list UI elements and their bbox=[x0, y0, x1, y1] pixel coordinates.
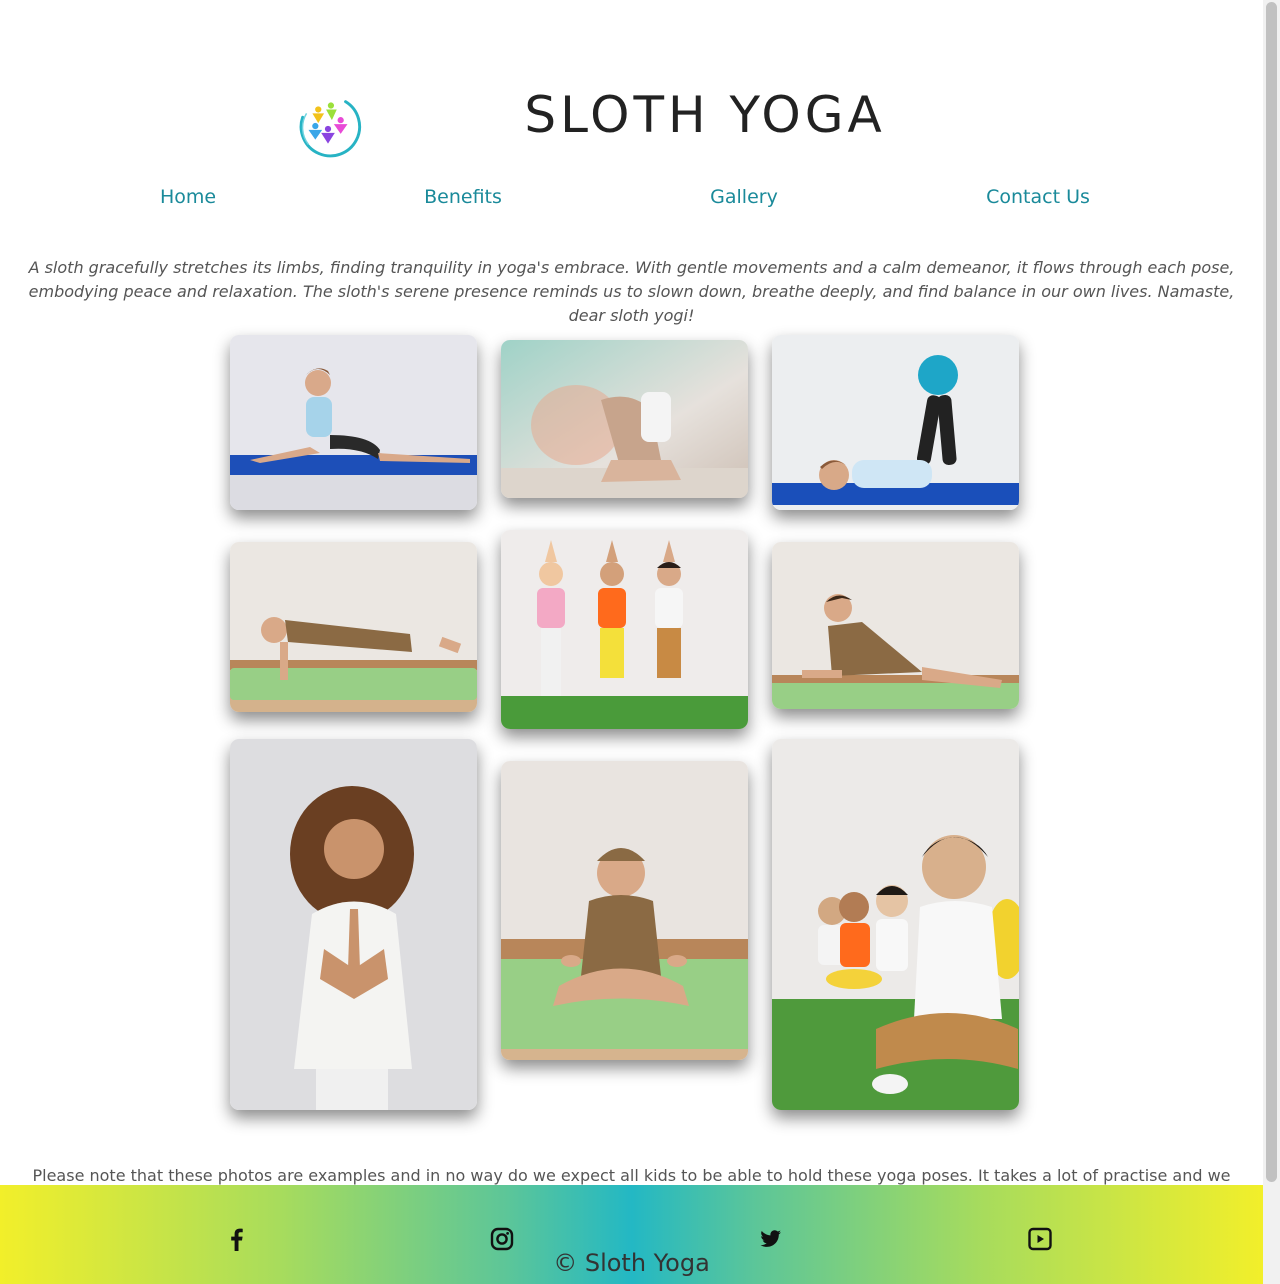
girl-split-pose-photo bbox=[230, 335, 477, 510]
kids-meditating-group-photo bbox=[772, 739, 1019, 1110]
nav-contact-us-link[interactable]: Contact Us bbox=[986, 186, 1090, 208]
copyright-text: © Sloth Yoga bbox=[553, 1249, 710, 1277]
boy-lotus-sitting-photo bbox=[501, 761, 748, 1060]
boy-cobra-pose-photo bbox=[772, 542, 1019, 709]
nav-gallery-link[interactable]: Gallery bbox=[710, 186, 778, 208]
girl-backbend-pose-photo bbox=[501, 340, 748, 498]
girl-prayer-hands-photo bbox=[230, 739, 477, 1110]
site-footer: © Sloth Yoga bbox=[0, 1185, 1263, 1284]
main-nav: Home Benefits Gallery Contact Us bbox=[0, 186, 1263, 216]
nav-benefits-link[interactable]: Benefits bbox=[424, 186, 502, 208]
site-title: SLOTH YOGA bbox=[524, 86, 886, 144]
scrollbar-thumb[interactable] bbox=[1266, 2, 1277, 1182]
nav-home-link[interactable]: Home bbox=[160, 186, 216, 208]
girl-leg-raise-ball-photo bbox=[772, 335, 1019, 510]
kids-tree-pose-photo bbox=[501, 530, 748, 729]
boy-plank-pose-photo bbox=[230, 542, 477, 712]
vertical-scrollbar[interactable] bbox=[1263, 0, 1280, 1284]
page: SLOTH YOGA Home Benefits Gallery Contact… bbox=[0, 0, 1263, 1284]
yoga-figures-logo[interactable] bbox=[289, 88, 367, 166]
intro-paragraph: A sloth gracefully stretches its limbs, … bbox=[28, 258, 1235, 325]
